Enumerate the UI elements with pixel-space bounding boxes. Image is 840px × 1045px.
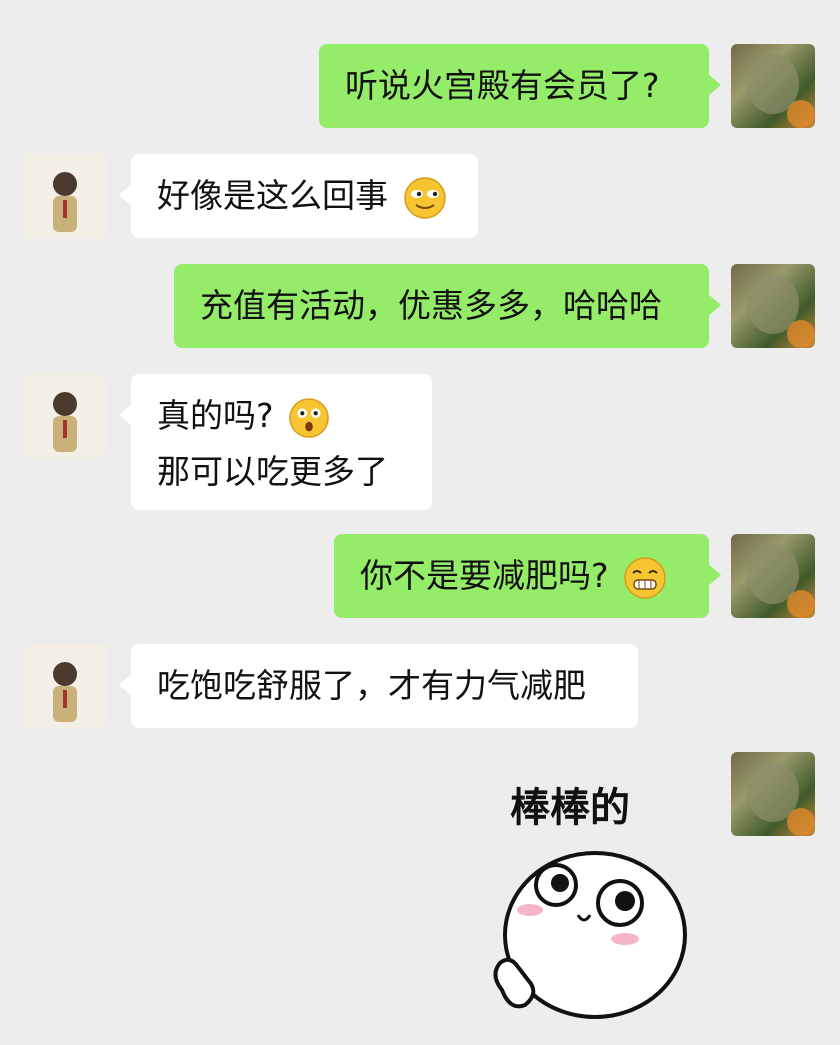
- message-text: 充值有活动，优惠多多，哈哈哈: [200, 286, 662, 325]
- message-bubble-me[interactable]: 充值有活动，优惠多多，哈哈哈: [174, 264, 721, 348]
- message-text: 吃饱吃舒服了，才有力气减肥: [157, 666, 586, 705]
- my-avatar[interactable]: [731, 44, 815, 128]
- my-avatar-image: [747, 54, 815, 128]
- friend-avatar[interactable]: [23, 644, 107, 728]
- my-avatar-image: [747, 762, 815, 836]
- friend-avatar-image: [53, 662, 77, 722]
- grin-emoji-icon: [624, 556, 666, 599]
- message-bubble-me[interactable]: 听说火宫殿有会员了?: [319, 44, 721, 128]
- message-bubble-friend[interactable]: 好像是这么回事: [119, 154, 478, 238]
- message-text: 好像是这么回事: [157, 176, 388, 215]
- friend-avatar-image: [53, 392, 77, 452]
- message-text: 听说火宫殿有会员了?: [345, 66, 660, 105]
- message-bubble-friend[interactable]: 吃饱吃舒服了，才有力气减肥: [119, 644, 638, 728]
- message-line: 那可以吃更多了: [157, 446, 406, 498]
- thumbs-up-sticker-icon: [493, 851, 687, 1019]
- my-avatar[interactable]: [731, 534, 815, 618]
- my-avatar[interactable]: [731, 264, 815, 348]
- message-line: 真的吗?: [157, 390, 406, 442]
- message-bubble-friend[interactable]: 真的吗? 那可以吃更多了: [119, 374, 432, 510]
- message-text: 你不是要减肥吗?: [360, 556, 609, 595]
- message-text: 真的吗?: [157, 396, 274, 435]
- my-avatar-image: [747, 544, 815, 618]
- friend-avatar-image: [53, 172, 77, 232]
- my-avatar-image: [747, 274, 815, 348]
- message-text: 那可以吃更多了: [157, 452, 388, 491]
- message-bubble-me[interactable]: 你不是要减肥吗?: [334, 534, 721, 618]
- surprised-emoji-icon: [289, 397, 329, 438]
- sticker-message[interactable]: 棒棒的: [470, 760, 710, 1040]
- friend-avatar[interactable]: [23, 374, 107, 458]
- smirk-emoji-icon: [403, 176, 446, 219]
- my-avatar[interactable]: [731, 752, 815, 836]
- friend-avatar[interactable]: [23, 154, 107, 238]
